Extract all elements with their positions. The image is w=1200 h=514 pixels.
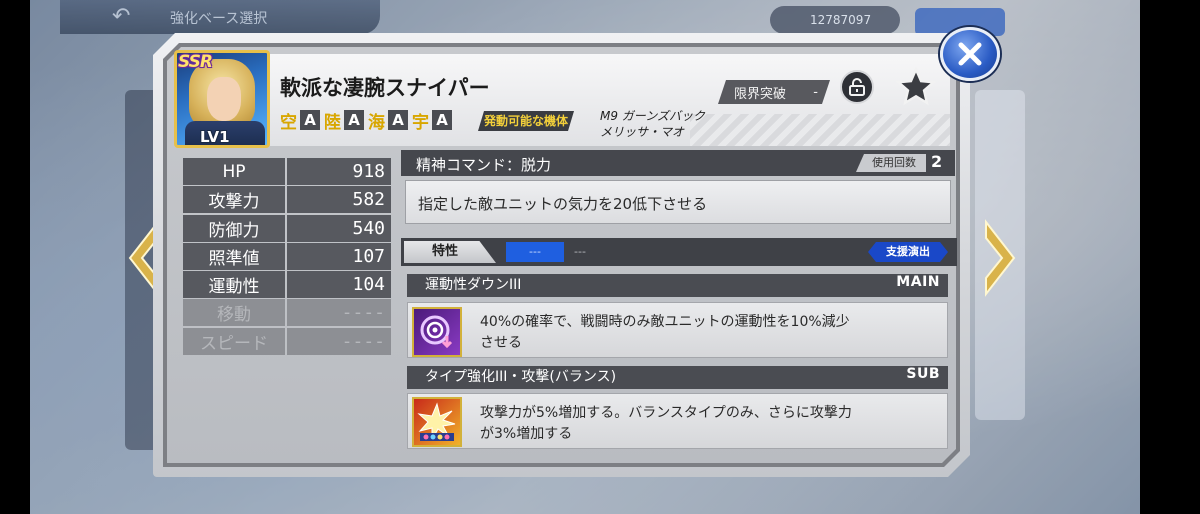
stat-row-defense: 防御力 540: [183, 214, 391, 243]
background-header-title: 強化ベース選択: [170, 11, 268, 27]
sub-skill-text-line: 攻撃力が5%増加する。バランスタイプのみ、さらに攻撃力: [480, 405, 852, 421]
deployable-unit-label: 発動可能な機体: [478, 111, 574, 131]
limit-break-label: 限界突破: [734, 86, 787, 102]
stat-value: 582: [287, 186, 391, 214]
sub-skill-text-line: が3%増加する: [480, 426, 573, 442]
terrain-air-rank: A: [300, 110, 320, 130]
stat-value: 540: [287, 214, 391, 242]
favorite-button[interactable]: [893, 64, 939, 110]
back-arrow-icon: ↶: [112, 4, 131, 29]
chevron-right-icon[interactable]: [980, 218, 1020, 298]
stat-row-hp: HP 918: [183, 158, 391, 186]
main-skill-description: 40%の確率で、戦闘時のみ敵ユニットの運動性を10%減少 させる: [480, 312, 940, 354]
terrain-ranks: 空 A 陸 A 海 A 宇 A: [280, 108, 454, 133]
main-skill-tag: MAIN: [896, 274, 940, 290]
sub-skill-header: タイプ強化III・攻撃(バランス) SUB: [407, 366, 948, 389]
mobility-down-icon: [420, 315, 453, 349]
trait-tab-active[interactable]: ---: [506, 242, 564, 262]
background-money: 12787097: [770, 6, 900, 34]
background-header: ↶ 強化ベース選択: [60, 0, 380, 34]
stat-name: 防御力: [183, 214, 285, 242]
main-skill-name: 運動性ダウンIII: [425, 277, 522, 293]
sub-skill-tag: SUB: [906, 366, 940, 382]
sub-skill-icon: [412, 397, 462, 447]
terrain-sea-rank: A: [388, 110, 408, 130]
machine-name: M9 ガーンズバック: [600, 109, 705, 123]
stat-row-mobility: 運動性 104: [183, 271, 391, 299]
unit-name: 軟派な凄腕スナイパー: [280, 76, 490, 100]
pilot-name: メリッサ・マオ: [600, 125, 685, 139]
terrain-space-label: 宇: [412, 112, 429, 133]
stat-name: 攻撃力: [183, 186, 285, 214]
lock-button[interactable]: [840, 70, 874, 104]
terrain-land-rank: A: [344, 110, 364, 130]
trait-tab-other[interactable]: ---: [574, 245, 586, 258]
stat-value: 104: [287, 271, 391, 299]
stat-value: ----: [287, 327, 391, 355]
stat-row-move: 移動 ----: [183, 299, 391, 327]
close-button[interactable]: [940, 27, 1000, 81]
sub-skill-description: 攻撃力が5%増加する。バランスタイプのみ、さらに攻撃力 が3%増加する: [480, 403, 940, 445]
close-icon: [958, 42, 982, 66]
stat-row-speed: スピード ----: [183, 327, 391, 356]
stat-value: 107: [287, 242, 391, 270]
stat-name: 運動性: [183, 271, 285, 299]
terrain-air-label: 空: [280, 112, 297, 133]
support-effect-button[interactable]: 支援演出: [868, 242, 948, 262]
stat-name: スピード: [183, 327, 285, 355]
limit-break: 限界突破 -: [718, 80, 830, 104]
stat-value: ----: [287, 299, 391, 327]
spirit-command-title: 精神コマンド：脱力: [416, 156, 552, 174]
terrain-space-rank: A: [432, 110, 452, 130]
level-label: LV1: [200, 128, 230, 146]
main-skill-header: 運動性ダウンIII MAIN: [407, 274, 948, 297]
spirit-description: 指定した敵ユニットの気力を20低下させる: [418, 195, 708, 213]
terrain-sea-label: 海: [368, 112, 385, 133]
star-icon: [895, 66, 937, 106]
spirit-uses-count: 2: [931, 152, 943, 171]
rarity-badge: SSR: [178, 52, 213, 72]
main-skill-icon: [412, 307, 462, 357]
stat-row-accuracy: 照準値 107: [183, 242, 391, 271]
sub-skill-name: タイプ強化III・攻撃(バランス): [425, 369, 617, 385]
limit-break-value: -: [813, 84, 818, 100]
stat-row-attack: 攻撃力 582: [183, 186, 391, 214]
spirit-uses-label: 使用回数: [856, 154, 926, 172]
main-skill-text-line: 40%の確率で、戦闘時のみ敵ユニットの運動性を10%減少: [480, 314, 850, 330]
stat-name: HP: [183, 158, 285, 185]
machine-info: M9 ガーンズバック メリッサ・マオ: [600, 108, 705, 140]
stats-table: HP 918 攻撃力 582 防御力 540 照準値 107 運動性 104 移…: [183, 158, 391, 356]
main-skill-text-line: させる: [480, 335, 522, 351]
unlock-icon: [849, 78, 865, 96]
stat-value: 918: [287, 158, 391, 185]
terrain-land-label: 陸: [324, 112, 341, 133]
stat-name: 照準値: [183, 242, 285, 270]
stat-name: 移動: [183, 299, 285, 327]
attack-up-icon: [417, 402, 456, 441]
